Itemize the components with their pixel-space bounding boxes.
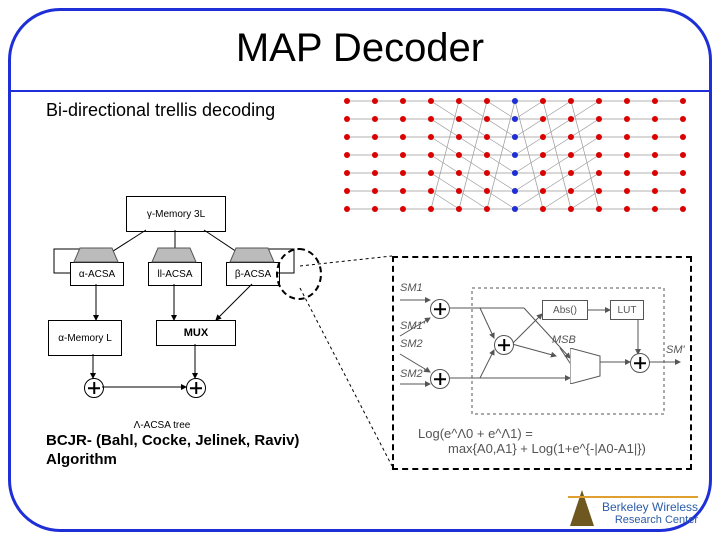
- formula-line2: max{A0,A1} + Log(1+e^{-|A0-A1|}): [418, 441, 646, 456]
- sm1-label: SM1: [400, 282, 423, 294]
- add-final: [630, 353, 650, 373]
- abs-label: Abs(): [553, 305, 577, 316]
- logo-line1: Berkeley Wireless: [602, 501, 698, 514]
- msb-label: MSB: [552, 334, 576, 346]
- subtractor: [494, 335, 514, 355]
- formula: Log(e^Λ0 + e^Λ1) = max{A0,A1} + Log(1+e^…: [418, 426, 646, 456]
- sm2-label: SM2: [400, 338, 423, 350]
- bcjr-line1: BCJR- (Bahl, Cocke, Jelinek, Raviv): [46, 432, 299, 451]
- formula-line1: Log(e^Λ0 + e^Λ1) =: [418, 426, 646, 441]
- logo-text: Berkeley Wireless Research Center: [598, 501, 698, 526]
- logo-bar: [568, 496, 698, 498]
- abs-block: Abs(): [542, 300, 588, 320]
- lut-label: LUT: [618, 305, 637, 316]
- bcjr-caption: BCJR- (Bahl, Cocke, Jelinek, Raviv) Algo…: [46, 432, 299, 470]
- bcjr-line2: Algorithm: [46, 451, 299, 470]
- logo: Berkeley Wireless Research Center: [538, 490, 698, 526]
- sm1p-label: SM1': [400, 320, 425, 332]
- logo-line2: Research Center: [602, 514, 698, 526]
- lut-block: LUT: [610, 300, 644, 320]
- callout-circle: [276, 248, 322, 300]
- sm2p-label: SM2': [400, 368, 425, 380]
- smp-label: SM': [666, 344, 685, 356]
- add-top: [430, 299, 450, 319]
- mux-trap: [570, 348, 602, 384]
- add-bottom: [430, 369, 450, 389]
